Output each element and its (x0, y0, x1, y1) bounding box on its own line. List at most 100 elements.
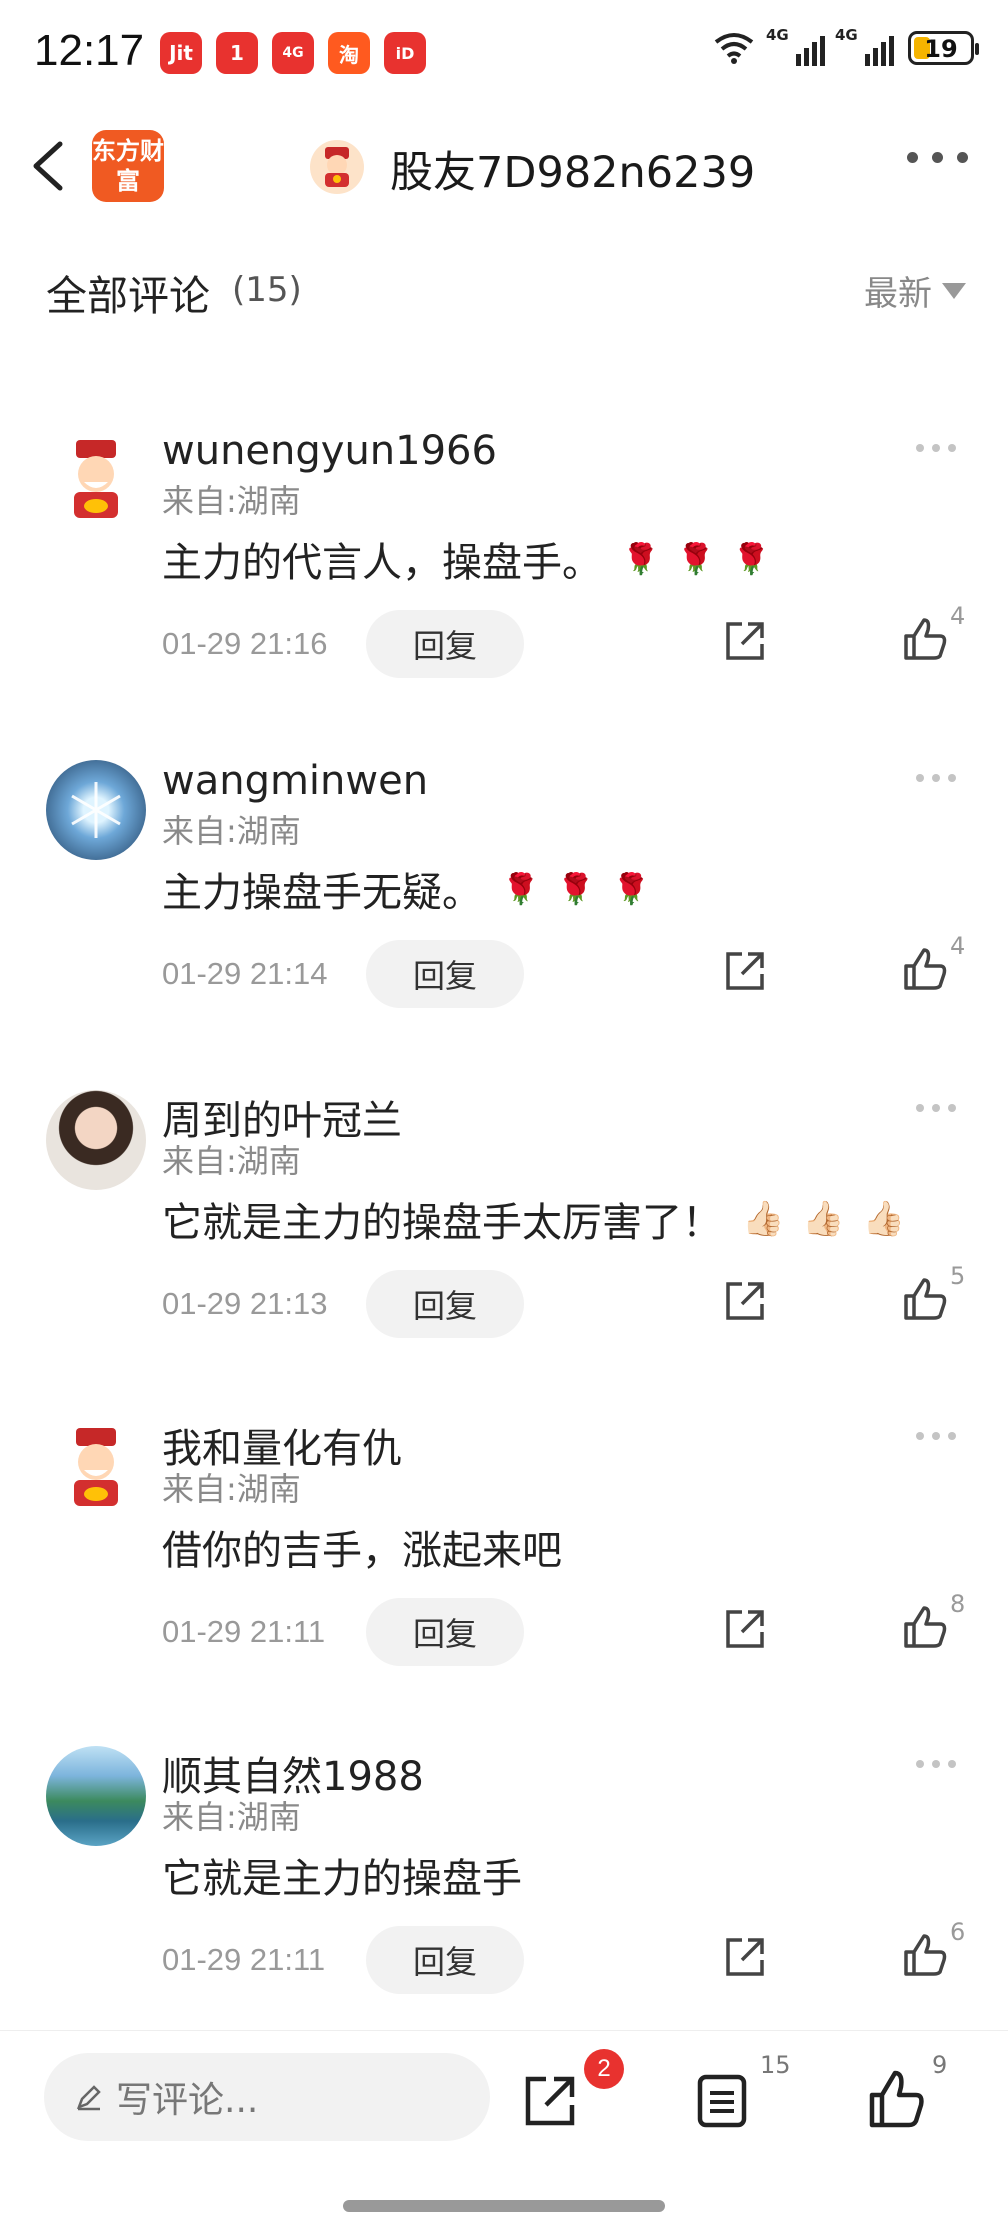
sort-dropdown[interactable]: 最新 (864, 266, 966, 315)
commenter-location: 来自:湖南 (162, 812, 301, 850)
comment-text: 主力操盘手无疑。 🌹 🌹 🌹 (162, 860, 650, 918)
share-icon[interactable] (720, 1932, 770, 1982)
commenter-avatar[interactable] (46, 430, 146, 530)
comments-list-icon[interactable] (694, 2071, 750, 2131)
app-notification-icon: 1 (216, 32, 258, 74)
share-icon[interactable] (520, 2071, 580, 2131)
comments-count: 15 (760, 2051, 791, 2079)
thumbs-up-icon: 👍🏻 (742, 1199, 785, 1239)
rose-icon: 🌹 (502, 871, 540, 907)
like-thumb-icon[interactable] (866, 2067, 926, 2131)
home-indicator[interactable] (343, 2200, 665, 2212)
comment-item: wunengyun1966 来自:湖南 主力的代言人，操盘手。 🌹 🌹 🌹 01… (0, 428, 1008, 760)
like-count: 6 (950, 1918, 966, 1946)
cellular-signal-icon: 4G (766, 26, 825, 66)
like-thumb-icon[interactable] (900, 944, 950, 994)
comment-body: 主力操盘手无疑。 (162, 870, 482, 916)
share-icon[interactable] (720, 946, 770, 996)
page-title: 股友7D982n6239 (390, 148, 756, 198)
status-time: 12:17 (34, 26, 145, 75)
fortune-god-icon (325, 147, 349, 187)
like-thumb-icon[interactable] (900, 1930, 950, 1980)
share-count-badge: 2 (584, 2049, 624, 2089)
snowflake-avatar-icon (71, 782, 121, 838)
comment-item: 我和量化有仇 来自:湖南 借你的吉手，涨起来吧 01-29 21:11 回复 8 (0, 1418, 1008, 1748)
commenter-avatar[interactable] (46, 1418, 146, 1518)
rose-icon: 🌹 (612, 871, 651, 907)
like-thumb-icon[interactable] (900, 614, 950, 664)
user-avatar[interactable] (310, 140, 364, 194)
like-thumb-icon[interactable] (900, 1602, 950, 1652)
comment-more-button[interactable] (916, 1104, 956, 1112)
top-nav-bar: 东方财富 股友7D982n6239 (0, 110, 1008, 222)
commenter-name[interactable]: wangminwen (162, 758, 428, 804)
fortune-god-avatar-icon (74, 1428, 118, 1506)
app-notification-icon: iD (384, 32, 426, 74)
like-count: 4 (950, 602, 966, 630)
comment-time: 01-29 21:14 (162, 956, 328, 991)
comment-time: 01-29 21:13 (162, 1286, 328, 1321)
wifi-icon (714, 33, 754, 64)
comment-text: 借你的吉手，涨起来吧 (162, 1518, 562, 1576)
comment-text: 它就是主力的操盘手 (162, 1846, 522, 1904)
thumbs-up-icon: 👍🏻 (862, 1199, 906, 1239)
commenter-avatar[interactable] (46, 1746, 146, 1846)
rose-icon: 🌹 (557, 871, 595, 907)
reply-button[interactable]: 回复 (366, 1598, 524, 1666)
app-notification-icon: 4G (272, 32, 314, 74)
fortune-god-avatar-icon (74, 440, 118, 518)
reply-button[interactable]: 回复 (366, 940, 524, 1008)
thumbs-up-icon: 👍🏻 (802, 1199, 845, 1239)
commenter-location: 来自:湖南 (162, 1470, 301, 1508)
commenter-location: 来自:湖南 (162, 1798, 301, 1836)
write-comment-placeholder: 写评论... (116, 2080, 259, 2121)
write-comment-input[interactable]: 写评论... (44, 2053, 490, 2141)
comment-text: 它就是主力的操盘手太厉害了！ 👍🏻 👍🏻 👍🏻 (162, 1190, 905, 1248)
comment-body: 主力的代言人，操盘手。 (162, 540, 602, 586)
more-options-button[interactable] (907, 152, 968, 163)
like-count: 8 (950, 1590, 966, 1618)
reply-button[interactable]: 回复 (366, 610, 524, 678)
battery-level: 19 (924, 35, 958, 63)
comment-body: 它就是主力的操盘手太厉害了！ (162, 1200, 722, 1246)
cellular-signal-icon: 4G (835, 26, 894, 66)
share-icon[interactable] (720, 616, 770, 666)
eastmoney-logo[interactable]: 东方财富 (92, 130, 164, 202)
comment-time: 01-29 21:11 (162, 1942, 326, 1977)
rose-emojis: 🌹 🌹 🌹 (502, 872, 650, 907)
like-thumb-icon[interactable] (900, 1274, 950, 1324)
status-indicators: 4G 4G 19 (712, 26, 979, 66)
reply-button[interactable]: 回复 (366, 1926, 524, 1994)
share-icon[interactable] (720, 1604, 770, 1654)
commenter-avatar[interactable] (46, 1090, 146, 1190)
reply-button[interactable]: 回复 (366, 1270, 524, 1338)
status-bar: 12:17 Jit 1 4G 淘 iD 4G 4G 19 (0, 0, 1008, 110)
comment-total-count: (15) (232, 270, 302, 310)
likes-count: 9 (932, 2051, 948, 2079)
comment-more-button[interactable] (916, 1760, 956, 1768)
rose-icon: 🌹 (732, 541, 771, 577)
comment-body: 借你的吉手，涨起来吧 (162, 1528, 562, 1574)
rose-icon: 🌹 (677, 541, 715, 577)
battery-icon: 19 (908, 31, 979, 65)
share-icon[interactable] (720, 1276, 770, 1326)
comment-more-button[interactable] (916, 774, 956, 782)
all-comments-title: 全部评论 (46, 272, 210, 320)
like-count: 5 (950, 1262, 966, 1290)
commenter-name[interactable]: wunengyun1966 (162, 428, 497, 474)
back-arrow-icon[interactable] (22, 136, 82, 196)
pencil-icon (76, 2085, 101, 2111)
comment-time: 01-29 21:11 (162, 1614, 326, 1649)
sort-label: 最新 (864, 274, 932, 314)
comment-item: 周到的叶冠兰 来自:湖南 它就是主力的操盘手太厉害了！ 👍🏻 👍🏻 👍🏻 01-… (0, 1090, 1008, 1420)
comment-more-button[interactable] (916, 444, 956, 452)
commenter-avatar[interactable] (46, 760, 146, 860)
rose-icon: 🌹 (622, 541, 660, 577)
commenter-location: 来自:湖南 (162, 1142, 301, 1180)
comment-time: 01-29 21:16 (162, 626, 328, 661)
comment-item: 顺其自然1988 来自:湖南 它就是主力的操盘手 01-29 21:11 回复 … (0, 1746, 1008, 2076)
app-notification-icon: Jit (160, 32, 202, 74)
thumbs-up-emojis: 👍🏻 👍🏻 👍🏻 (742, 1199, 905, 1239)
comment-more-button[interactable] (916, 1432, 956, 1440)
rose-emojis: 🌹 🌹 🌹 (622, 542, 770, 577)
